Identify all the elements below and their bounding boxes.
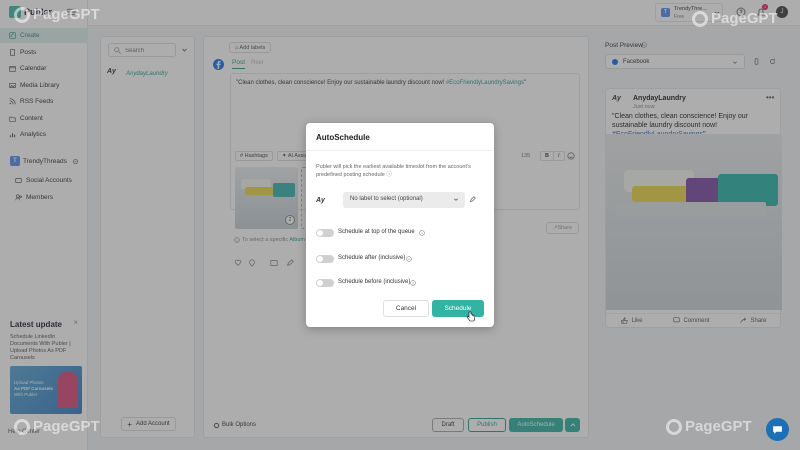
watermark: PageGPT xyxy=(692,10,778,27)
toggle-label: Schedule after (inclusive) xyxy=(338,255,406,261)
watermark: PageGPT xyxy=(14,418,100,435)
chat-support-button[interactable] xyxy=(766,418,789,441)
schedule-button[interactable]: Schedule xyxy=(432,300,484,317)
chevron-down-icon xyxy=(453,197,459,202)
pencil-icon[interactable] xyxy=(469,196,476,203)
info-icon[interactable] xyxy=(410,280,416,286)
info-icon[interactable]: ⓘ xyxy=(386,172,392,178)
autoschedule-modal: AutoSchedule Publer will pick the earlie… xyxy=(306,123,494,327)
modal-divider xyxy=(306,150,494,151)
watermark: PageGPT xyxy=(666,418,752,435)
modal-description: Publer will pick the earliest available … xyxy=(316,164,471,178)
toggle-label: Schedule before (inclusive) xyxy=(338,279,411,285)
chat-icon xyxy=(772,424,783,435)
watermark: PageGPT xyxy=(14,6,100,23)
toggle-label: Schedule at top of the queue xyxy=(338,229,415,235)
hand-cursor-icon xyxy=(466,311,475,322)
account-logo: Ay xyxy=(316,197,325,204)
toggle-schedule-top-queue[interactable] xyxy=(316,229,334,237)
info-icon[interactable] xyxy=(406,256,412,262)
toggle-schedule-after[interactable] xyxy=(316,255,334,263)
cancel-button[interactable]: Cancel xyxy=(383,300,429,317)
modal-title: AutoSchedule xyxy=(316,133,370,142)
toggle-schedule-before[interactable] xyxy=(316,279,334,287)
label-select[interactable]: No label to select (optional) xyxy=(343,192,465,208)
info-icon[interactable] xyxy=(419,230,425,236)
label-select-value: No label to select (optional) xyxy=(350,196,423,202)
